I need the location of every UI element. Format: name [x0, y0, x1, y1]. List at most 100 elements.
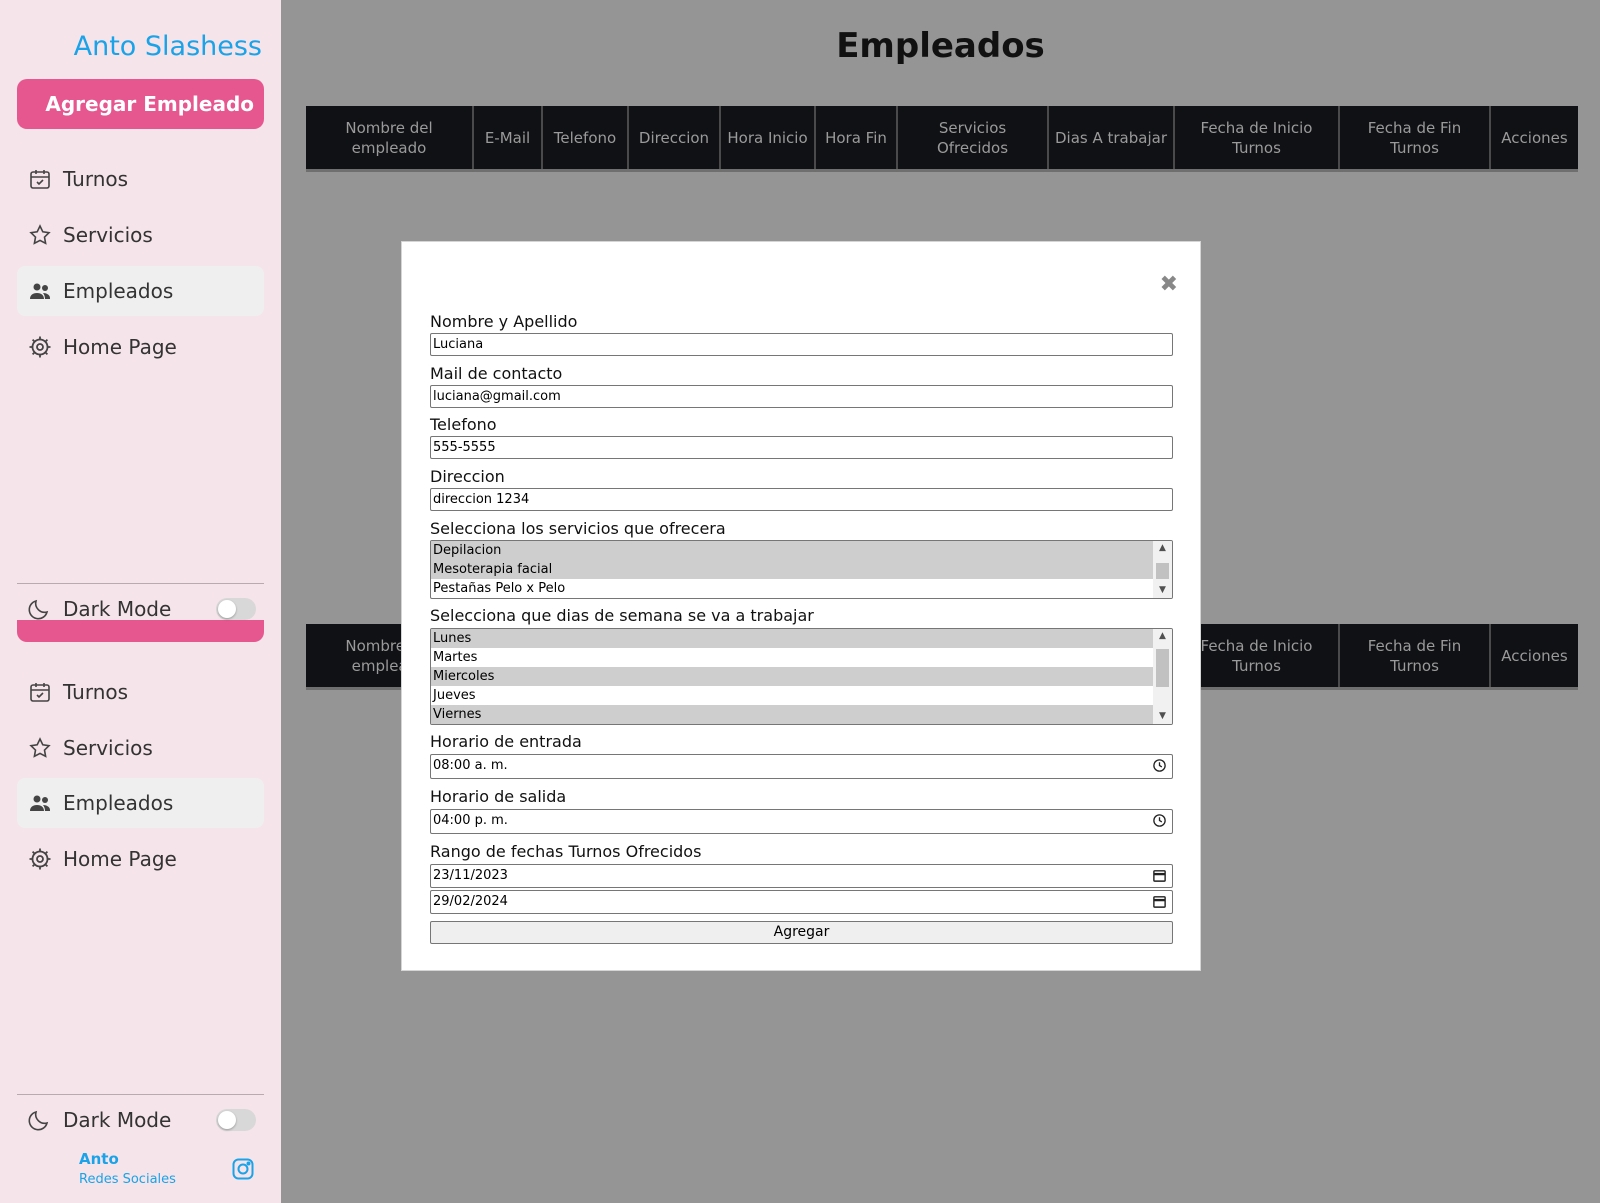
date-from-value: 23/11/2023: [433, 868, 508, 883]
list-item[interactable]: Viernes: [431, 705, 1153, 724]
scroll-up-icon[interactable]: ▲: [1153, 541, 1172, 556]
page-title: Empleados: [836, 26, 1045, 66]
column-header: Fecha de Inicio Turnos: [1175, 106, 1340, 169]
date-to-field[interactable]: 29/02/2024: [430, 890, 1173, 914]
moon-icon: [27, 596, 53, 622]
date-range-label: Rango de fechas Turnos Ofrecidos: [430, 842, 702, 861]
end-time-field[interactable]: 04:00 p. m.: [430, 809, 1173, 834]
address-field[interactable]: direccion 1234: [430, 488, 1173, 511]
column-header: Dias A trabajar: [1049, 106, 1175, 169]
sidebar-divider: [17, 583, 264, 584]
column-header: E-Mail: [474, 106, 543, 169]
services-listbox[interactable]: Depilacion Mesoterapia facial Pestañas P…: [430, 540, 1173, 599]
list-item[interactable]: Martes: [431, 648, 1153, 667]
column-header: Servicios Ofrecidos: [898, 106, 1049, 169]
list-item[interactable]: Jueves: [431, 686, 1153, 705]
column-header: Telefono: [543, 106, 629, 169]
end-time-value: 04:00 p. m.: [433, 813, 508, 828]
date-from-field[interactable]: 23/11/2023: [430, 864, 1173, 888]
address-label: Direccion: [430, 467, 505, 486]
users-icon: [27, 278, 53, 304]
scrollbar[interactable]: ▲ ▼: [1153, 629, 1172, 724]
column-header: Hora Inicio: [721, 106, 816, 169]
list-item[interactable]: Pestañas Pelo x Pelo: [431, 579, 1153, 598]
scroll-thumb[interactable]: [1156, 563, 1169, 579]
sidebar-item-label: Servicios: [63, 736, 153, 760]
clock-icon[interactable]: [1152, 813, 1167, 828]
sidebar-item-label: Turnos: [63, 167, 129, 191]
column-header: Hora Fin: [816, 106, 898, 169]
calendar-icon[interactable]: [1152, 868, 1167, 883]
dark-mode-row[interactable]: Dark Mode: [17, 1100, 264, 1140]
sidebar-item-label: Empleados: [63, 791, 174, 815]
list-item[interactable]: Miercoles: [431, 667, 1153, 686]
dark-mode-label: Dark Mode: [63, 1108, 172, 1132]
add-employee-modal: ✖ Nombre y Apellido Luciana Mail de cont…: [401, 241, 1201, 971]
calendar-check-icon: [27, 679, 53, 705]
days-listbox[interactable]: Lunes Martes Miercoles Jueves Viernes ▲ …: [430, 628, 1173, 725]
column-header: Fecha de Fin Turnos: [1340, 624, 1491, 687]
email-field[interactable]: luciana@gmail.com: [430, 385, 1173, 408]
list-item[interactable]: Depilacion: [431, 541, 1153, 560]
services-label: Selecciona los servicios que ofrecera: [430, 519, 726, 538]
scroll-thumb[interactable]: [1156, 649, 1169, 687]
sidebar-item-label: Home Page: [63, 847, 177, 871]
star-icon: [27, 222, 53, 248]
sidebar-item-turnos[interactable]: Turnos: [17, 667, 264, 717]
sidebar-item-label: Home Page: [63, 335, 177, 359]
sidebar-item-servicios[interactable]: Servicios: [17, 723, 264, 773]
start-time-field[interactable]: 08:00 a. m.: [430, 754, 1173, 779]
sidebar-item-label: Servicios: [63, 223, 153, 247]
sidebar-item-servicios[interactable]: Servicios: [17, 210, 264, 260]
name-label: Nombre y Apellido: [430, 312, 578, 331]
sidebar-item-label: Turnos: [63, 680, 129, 704]
phone-label: Telefono: [430, 415, 497, 434]
name-field[interactable]: Luciana: [430, 333, 1173, 356]
sidebar-item-empleados[interactable]: Empleados: [17, 266, 264, 316]
brand-title[interactable]: Anto Slashess: [0, 31, 262, 62]
employees-table-header: Nombre del empleado E-Mail Telefono Dire…: [306, 106, 1578, 172]
scroll-up-icon[interactable]: ▲: [1153, 629, 1172, 644]
column-header: Nombre del empleado: [306, 106, 474, 169]
sidebar-item-turnos[interactable]: Turnos: [17, 154, 264, 204]
column-header: Fecha de Fin Turnos: [1340, 106, 1491, 169]
users-icon: [27, 790, 53, 816]
dark-mode-label: Dark Mode: [63, 597, 172, 621]
clock-icon[interactable]: [1152, 758, 1167, 773]
gear-icon: [27, 334, 53, 360]
column-header: Acciones: [1501, 128, 1568, 147]
scrollbar[interactable]: ▲ ▼: [1153, 541, 1172, 598]
instagram-icon[interactable]: [231, 1157, 255, 1181]
sidebar-item-home-page[interactable]: Home Page: [17, 834, 264, 884]
date-to-value: 29/02/2024: [433, 894, 508, 909]
calendar-check-icon: [27, 166, 53, 192]
column-header: Acciones: [1501, 646, 1568, 665]
footer-name[interactable]: Anto: [79, 1150, 119, 1168]
sidebar-item-label: Empleados: [63, 279, 174, 303]
scroll-down-icon[interactable]: ▼: [1153, 583, 1172, 598]
dark-mode-toggle[interactable]: [216, 1109, 256, 1131]
dark-mode-row[interactable]: Dark Mode: [17, 589, 264, 629]
phone-field[interactable]: 555-5555: [430, 436, 1173, 459]
footer-social-label[interactable]: Redes Sociales: [79, 1172, 176, 1187]
gear-icon: [27, 846, 53, 872]
end-time-label: Horario de salida: [430, 787, 567, 806]
sidebar-item-home-page[interactable]: Home Page: [17, 322, 264, 372]
close-icon[interactable]: ✖: [1160, 272, 1178, 297]
mail-label: Mail de contacto: [430, 364, 563, 383]
list-item[interactable]: Lunes: [431, 629, 1153, 648]
scroll-down-icon[interactable]: ▼: [1153, 709, 1172, 724]
submit-button[interactable]: Agregar: [430, 921, 1173, 944]
column-header: Direccion: [629, 106, 721, 169]
start-time-value: 08:00 a. m.: [433, 758, 508, 773]
list-item[interactable]: Mesoterapia facial: [431, 560, 1153, 579]
sidebar: Anto Slashess Agregar Empleado Turnos Se…: [0, 0, 281, 1203]
days-label: Selecciona que dias de semana se va a tr…: [430, 606, 814, 625]
moon-icon: [27, 1107, 53, 1133]
sidebar-item-empleados[interactable]: Empleados: [17, 778, 264, 828]
star-icon: [27, 735, 53, 761]
calendar-icon[interactable]: [1152, 894, 1167, 909]
sidebar-divider: [17, 1094, 264, 1095]
dark-mode-toggle[interactable]: [216, 598, 256, 620]
add-employee-button[interactable]: Agregar Empleado: [17, 79, 264, 129]
